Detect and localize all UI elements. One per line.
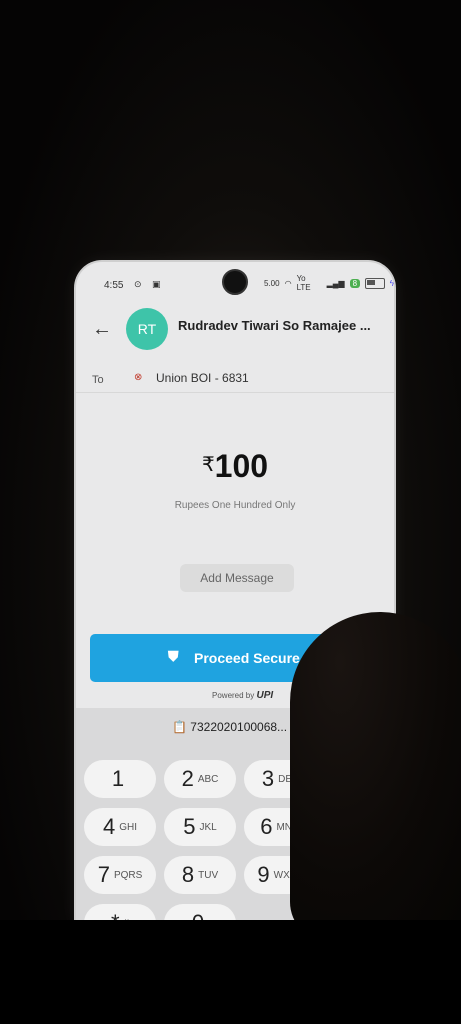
status-icons: 5.00 ◠ Yo LTE ▂▄▆ 8 ϟ — [264, 274, 394, 292]
key-letters: JKL — [199, 821, 217, 833]
notification-icon: ⊙ — [134, 279, 142, 289]
signal-icon: ▂▄▆ — [326, 278, 345, 288]
to-label: To — [92, 374, 104, 386]
avatar-initials: RT — [137, 321, 157, 337]
powered-by-upi: Powered by UPI — [212, 690, 273, 701]
key-4[interactable]: 4 GHI — [84, 808, 156, 846]
bottom-black-bar — [0, 920, 461, 1024]
status-time: 4:55 — [104, 280, 124, 291]
upi-logo: UPI — [256, 690, 274, 701]
status-badge: 8 — [349, 278, 361, 288]
shield-icon: ⛊ — [168, 648, 179, 664]
key-8[interactable]: 8 TUV — [164, 856, 236, 894]
payee-name: Rudradev Tiwari So Ramajee ... — [178, 318, 371, 333]
finger — [290, 612, 461, 942]
key-letters: PQRS — [113, 869, 143, 881]
wifi-icon: ◠ — [284, 278, 292, 288]
network-speed: 5.00 — [264, 278, 280, 288]
key-number: 5 — [183, 814, 196, 839]
status-bar: 4:55 ⊙ ▣ 5.00 ◠ Yo LTE ▂▄▆ 8 ϟ — [76, 262, 394, 302]
key-number: 8 — [181, 862, 195, 887]
key-number: 9 — [257, 862, 270, 887]
clipboard-icon: 📋 — [172, 720, 187, 734]
amount-in-words: Rupees One Hundred Only — [174, 500, 296, 511]
network-type: Yo LTE — [296, 274, 311, 292]
payee-header: ← RT Rudradev Tiwari So Ramajee ... — [76, 302, 394, 362]
bank-logo-icon: ⊗ — [134, 372, 143, 383]
key-2[interactable]: 2 ABC — [164, 760, 236, 798]
back-arrow-icon[interactable]: ← — [92, 318, 112, 341]
key-letters: ABC — [197, 773, 219, 785]
charging-icon: ϟ — [389, 278, 394, 288]
proceed-label: Proceed Secure — [194, 650, 300, 666]
clipboard-suggestion[interactable]: 📋 7322020100068... — [172, 720, 287, 734]
rupee-symbol: ₹ — [201, 454, 215, 476]
battery-icon — [365, 277, 385, 289]
key-number: 3 — [261, 766, 275, 791]
avatar: RT — [126, 308, 168, 350]
key-number: 4 — [102, 814, 116, 839]
app-notification-icon: ▣ — [152, 279, 161, 289]
key-5[interactable]: 5 JKL — [164, 808, 236, 846]
amount-display[interactable]: ₹100 — [76, 448, 394, 485]
key-1[interactable]: 1 — [84, 760, 156, 798]
key-7[interactable]: 7 PQRS — [84, 856, 156, 894]
to-row[interactable]: To ⊗ Union BOI - 6831 — [76, 362, 394, 393]
bank-account: Union BOI - 6831 — [156, 371, 249, 385]
add-message-button[interactable]: Add Message — [180, 564, 294, 592]
add-message-label: Add Message — [200, 571, 274, 585]
clipboard-text: 7322020100068... — [190, 720, 288, 734]
key-number: 2 — [181, 766, 194, 791]
key-number: 6 — [260, 814, 273, 839]
key-letters: GHI — [119, 821, 138, 833]
key-letters: TUV — [198, 869, 219, 881]
key-number: 7 — [97, 862, 110, 887]
powered-by-label: Powered by — [212, 691, 255, 700]
amount-value: 100 — [214, 448, 269, 484]
key-number: 1 — [111, 766, 125, 791]
front-camera — [222, 269, 248, 295]
